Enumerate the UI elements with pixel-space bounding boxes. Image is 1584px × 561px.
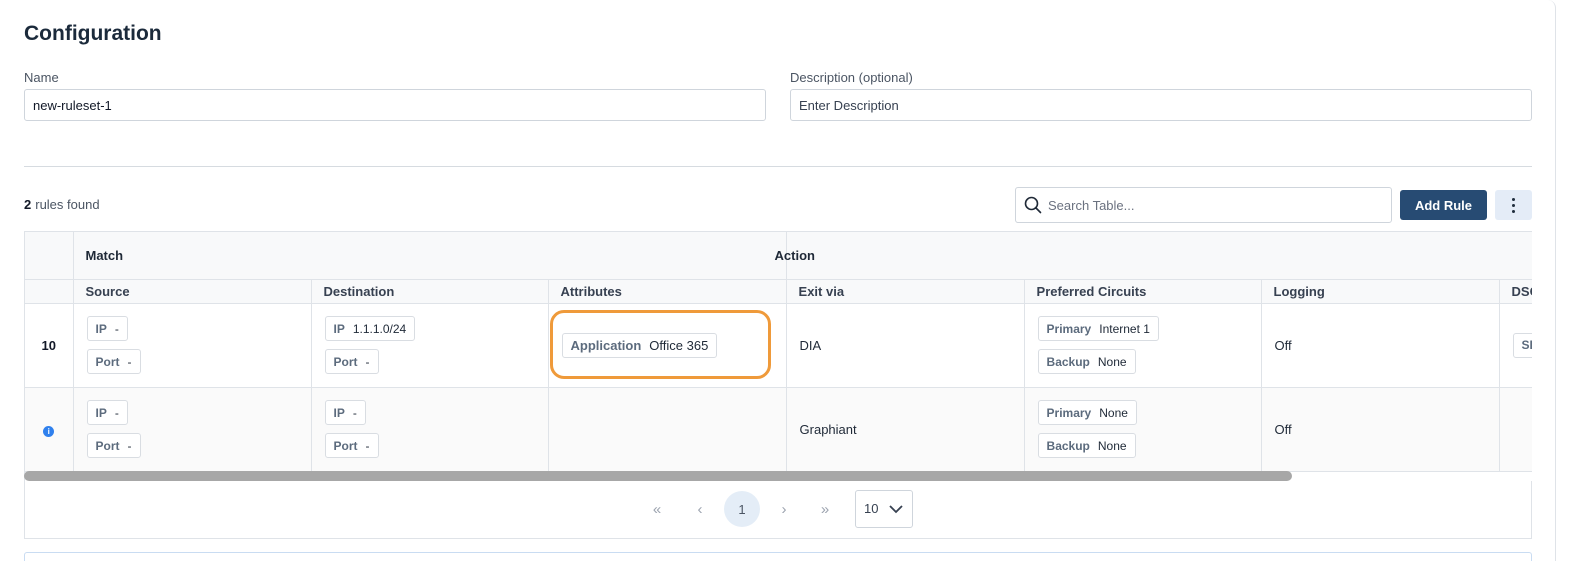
source-ip-tag: IP - — [86, 316, 128, 341]
search-input[interactable] — [1048, 194, 1378, 216]
primary-circuit-tag: Primary None — [1037, 400, 1137, 425]
rules-count: 2 rules found — [24, 197, 100, 212]
dscp-tag: SL — [1512, 332, 1532, 358]
last-page-icon[interactable]: » — [813, 491, 837, 527]
backup-circuit-tag: Backup None — [1037, 349, 1136, 374]
column-header-logging[interactable]: Logging — [1261, 279, 1500, 304]
destination-ip-tag: IP 1.1.1.0/24 — [324, 316, 416, 341]
destination-port-tag: Port - — [324, 349, 379, 374]
rules-count-number: 2 — [24, 197, 32, 212]
destination-ip-tag: IP - — [324, 400, 366, 425]
info-icon[interactable]: i — [43, 425, 55, 437]
source-ip-tag: IP - — [86, 400, 128, 425]
rows-per-page-value: 10 — [864, 501, 879, 516]
add-rule-button[interactable]: Add Rule — [1400, 190, 1487, 220]
name-label: Name — [24, 70, 59, 85]
destination-cell: IP - Port - — [311, 387, 549, 472]
source-port-tag: Port - — [86, 433, 141, 458]
rows-per-page-select[interactable]: 10 — [855, 490, 913, 528]
index-column-header — [25, 279, 74, 304]
exit-via-cell: DIA — [786, 303, 1025, 388]
configuration-card: Configuration Name Description (optional… — [0, 0, 1556, 561]
corner-header — [25, 232, 74, 280]
chevron-down-icon — [889, 505, 903, 514]
next-page-icon[interactable]: › — [773, 491, 795, 527]
kebab-menu-icon[interactable] — [1495, 190, 1532, 220]
rules-table: Match Action Source Destination Attribut… — [24, 231, 1532, 481]
column-header-destination[interactable]: Destination — [311, 279, 549, 304]
attributes-cell: Application Office 365 — [548, 303, 787, 388]
column-header-source[interactable]: Source — [73, 279, 312, 304]
action-group-header: Action — [775, 232, 1532, 280]
page-number-current[interactable]: 1 — [724, 491, 760, 527]
source-cell: IP - Port - — [73, 387, 312, 472]
primary-circuit-tag: Primary Internet 1 — [1037, 316, 1159, 341]
dscp-cell: SL — [1499, 303, 1532, 388]
section-divider — [24, 166, 1532, 167]
first-page-icon[interactable]: « — [645, 491, 669, 527]
column-header-attributes[interactable]: Attributes — [548, 279, 787, 304]
column-header-preferred-circuits[interactable]: Preferred Circuits — [1024, 279, 1262, 304]
table-row[interactable]: i IP - Port - IP - Port - Graphiant Prim… — [25, 387, 1532, 472]
backup-circuit-tag: Backup None — [1037, 433, 1136, 458]
horizontal-scrollbar[interactable] — [24, 471, 1292, 481]
rule-index: i — [25, 387, 74, 472]
action-group-label: Action — [774, 247, 815, 263]
destination-cell: IP 1.1.1.0/24 Port - — [311, 303, 549, 388]
source-cell: IP - Port - — [73, 303, 312, 388]
logging-cell: Off — [1261, 387, 1500, 472]
prev-page-icon[interactable]: ‹ — [689, 491, 711, 527]
logging-cell: Off — [1261, 303, 1500, 388]
name-input[interactable] — [24, 89, 766, 121]
rules-found-text: rules found — [35, 197, 100, 212]
match-group-header: Match — [73, 232, 787, 280]
application-tag: Application Office 365 — [561, 332, 718, 358]
destination-port-tag: Port - — [324, 433, 379, 458]
column-header-dscp[interactable]: DSC — [1499, 279, 1532, 304]
rule-index: 10 — [25, 303, 74, 388]
page-title: Configuration — [24, 22, 162, 45]
circuits-cell: Primary Internet 1 Backup None — [1024, 303, 1262, 388]
search-table-box[interactable] — [1015, 187, 1392, 223]
description-input[interactable] — [790, 89, 1532, 121]
exit-via-cell: Graphiant — [786, 387, 1025, 472]
dscp-cell — [1499, 387, 1532, 472]
description-label: Description (optional) — [790, 70, 913, 85]
search-icon — [1024, 196, 1042, 214]
source-port-tag: Port - — [86, 349, 141, 374]
next-section-edge — [24, 552, 1532, 561]
pagination-bar: « ‹ 1 › » 10 — [24, 481, 1532, 539]
table-row[interactable]: 10 IP - Port - IP 1.1.1.0/24 Port - Appl… — [25, 303, 1532, 388]
column-header-exit-via[interactable]: Exit via — [786, 279, 1025, 304]
attributes-cell — [548, 387, 787, 472]
circuits-cell: Primary None Backup None — [1024, 387, 1262, 472]
